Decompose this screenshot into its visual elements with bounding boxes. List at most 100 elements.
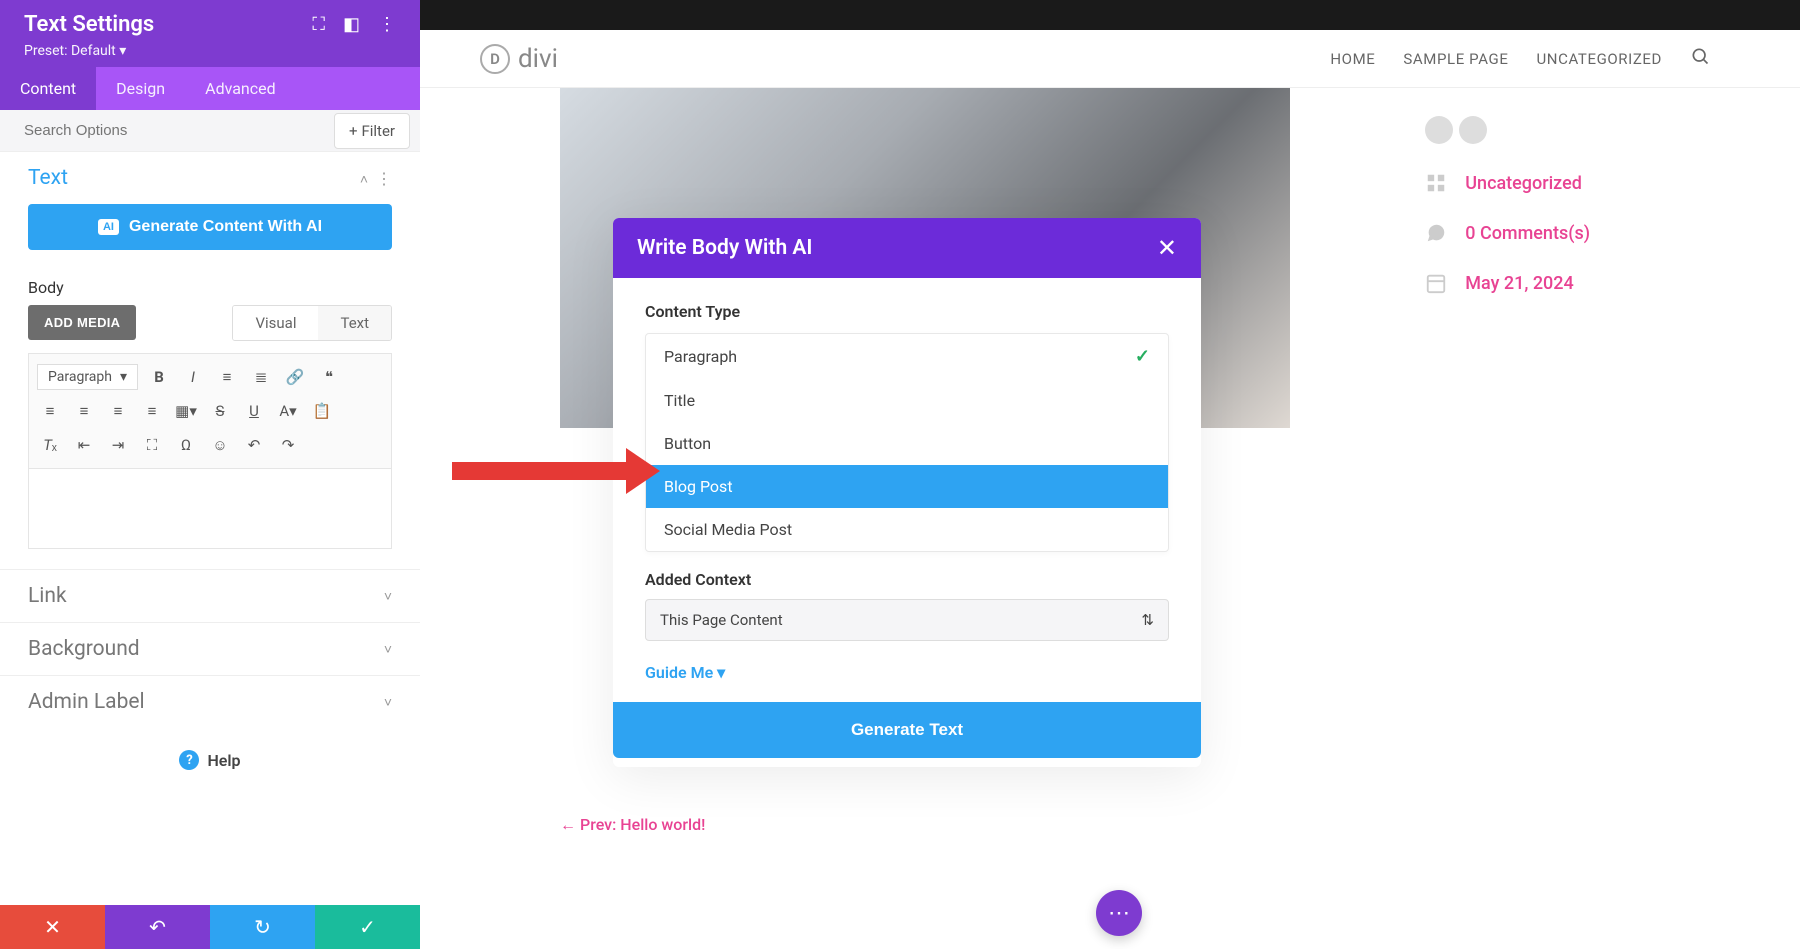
filter-label: Filter bbox=[361, 122, 395, 140]
section-admin-label: Admin Label bbox=[28, 690, 145, 714]
help-link[interactable]: ? Help bbox=[0, 728, 420, 792]
bullet-list-icon[interactable]: ≡ bbox=[214, 364, 240, 390]
bold-icon[interactable]: B bbox=[146, 364, 172, 390]
nav-home[interactable]: HOME bbox=[1330, 50, 1375, 68]
nav-uncategorized[interactable]: UNCATEGORIZED bbox=[1536, 50, 1662, 68]
plus-icon: + bbox=[349, 122, 358, 140]
meta-comments-label: 0 Comments(s) bbox=[1465, 223, 1590, 244]
more-icon: ⋯ bbox=[1108, 901, 1130, 926]
outdent-icon[interactable]: ⇤ bbox=[71, 432, 97, 458]
guide-me-link[interactable]: Guide Me ▾ bbox=[645, 663, 1169, 682]
strike-icon[interactable]: S bbox=[207, 398, 233, 424]
section-text-header[interactable]: Text ˄⋮ bbox=[0, 152, 420, 204]
added-context-select[interactable]: This Page Content ⇅ bbox=[645, 599, 1169, 641]
search-input[interactable] bbox=[0, 110, 334, 151]
annotation-arrow bbox=[452, 462, 632, 480]
nav-sample[interactable]: SAMPLE PAGE bbox=[1403, 50, 1508, 68]
option-social-label: Social Media Post bbox=[664, 520, 792, 539]
ai-badge-icon: AI bbox=[98, 219, 119, 235]
undo-button[interactable]: ↶ bbox=[105, 905, 210, 949]
prev-post-link[interactable]: ← Prev: Hello world! bbox=[560, 815, 705, 835]
align-center-icon[interactable]: ≡ bbox=[71, 398, 97, 424]
section-background-label: Background bbox=[28, 637, 140, 661]
modal-body: Content Type Paragraph ✓ Title Button Bl… bbox=[613, 278, 1201, 767]
tab-content[interactable]: Content bbox=[0, 67, 96, 110]
added-context-value: This Page Content bbox=[660, 611, 783, 629]
option-blog-post[interactable]: Blog Post bbox=[646, 465, 1168, 508]
italic-icon[interactable]: I bbox=[180, 364, 206, 390]
indent-icon[interactable]: ⇥ bbox=[105, 432, 131, 458]
paragraph-select-label: Paragraph bbox=[48, 369, 112, 385]
emoji-icon[interactable]: ☺ bbox=[207, 432, 233, 458]
editor-mode-tabs: Visual Text bbox=[232, 305, 392, 341]
underline-icon[interactable]: U bbox=[241, 398, 267, 424]
search-row: +Filter bbox=[0, 110, 420, 152]
section-background-header[interactable]: Background ˅ bbox=[0, 622, 420, 675]
save-button[interactable]: ✓ bbox=[315, 905, 420, 949]
settings-sidebar: Text Settings ⛶ ◧ ⋮ Preset: Default ▾ Co… bbox=[0, 0, 420, 949]
chevron-down-icon: ˅ bbox=[384, 641, 392, 658]
site-nav: HOME SAMPLE PAGE UNCATEGORIZED bbox=[1330, 46, 1710, 71]
preset-selector[interactable]: Preset: Default ▾ bbox=[24, 43, 396, 59]
fullscreen-icon[interactable]: ⛶ bbox=[139, 432, 165, 458]
meta-date[interactable]: May 21, 2024 bbox=[1425, 272, 1590, 294]
content-type-label: Content Type bbox=[645, 302, 1169, 321]
calendar-icon bbox=[1425, 272, 1447, 294]
section-admin-header[interactable]: Admin Label ˅ bbox=[0, 675, 420, 728]
tab-advanced[interactable]: Advanced bbox=[185, 67, 296, 110]
builder-fab[interactable]: ⋯ bbox=[1096, 890, 1142, 936]
site-logo[interactable]: D divi bbox=[480, 44, 558, 74]
check-icon: ✓ bbox=[359, 915, 376, 939]
avatar bbox=[1459, 116, 1487, 144]
meta-comments[interactable]: 0 Comments(s) bbox=[1425, 222, 1590, 244]
option-title-label: Title bbox=[664, 391, 695, 410]
visual-tab[interactable]: Visual bbox=[233, 306, 318, 340]
option-social[interactable]: Social Media Post bbox=[646, 508, 1168, 551]
chevron-down-icon: ▾ bbox=[120, 369, 127, 385]
clear-format-icon[interactable]: Tₓ bbox=[37, 432, 63, 458]
check-icon: ✓ bbox=[1135, 346, 1150, 367]
more-icon[interactable]: ⋮ bbox=[378, 14, 396, 35]
discard-button[interactable]: ✕ bbox=[0, 905, 105, 949]
post-meta: Uncategorized 0 Comments(s) May 21, 2024 bbox=[1425, 116, 1590, 294]
filter-button[interactable]: +Filter bbox=[334, 113, 410, 149]
undo-icon[interactable]: ↶ bbox=[241, 432, 267, 458]
expand-icon[interactable]: ⛶ bbox=[312, 14, 325, 35]
dock-icon[interactable]: ◧ bbox=[343, 14, 360, 35]
close-icon: ✕ bbox=[44, 915, 61, 939]
section-link-header[interactable]: Link ˅ bbox=[0, 569, 420, 622]
option-button[interactable]: Button bbox=[646, 422, 1168, 465]
redo-icon[interactable]: ↷ bbox=[275, 432, 301, 458]
option-button-label: Button bbox=[664, 434, 711, 453]
text-tab[interactable]: Text bbox=[318, 306, 391, 340]
modal-close-button[interactable]: ✕ bbox=[1157, 234, 1177, 262]
option-title[interactable]: Title bbox=[646, 379, 1168, 422]
chevron-down-icon: ˅ bbox=[384, 694, 392, 711]
tab-design[interactable]: Design bbox=[96, 67, 185, 110]
comment-icon bbox=[1425, 222, 1447, 244]
meta-date-label: May 21, 2024 bbox=[1465, 273, 1573, 294]
search-icon[interactable] bbox=[1690, 46, 1710, 71]
link-icon[interactable]: 🔗 bbox=[282, 364, 308, 390]
generate-content-button[interactable]: AI Generate Content With AI bbox=[28, 204, 392, 250]
paste-icon[interactable]: 📋 bbox=[309, 398, 335, 424]
avatar bbox=[1425, 116, 1453, 144]
redo-button[interactable]: ↻ bbox=[210, 905, 315, 949]
editor-textarea[interactable] bbox=[28, 469, 392, 549]
table-icon[interactable]: ▦▾ bbox=[173, 398, 199, 424]
align-left-icon[interactable]: ≡ bbox=[37, 398, 63, 424]
section-text-label: Text bbox=[28, 166, 68, 190]
generate-text-button[interactable]: Generate Text bbox=[613, 702, 1201, 758]
text-color-icon[interactable]: A▾ bbox=[275, 398, 301, 424]
section-more-icon[interactable]: ⋮ bbox=[376, 169, 392, 188]
add-media-button[interactable]: ADD MEDIA bbox=[28, 305, 136, 340]
number-list-icon[interactable]: ≣ bbox=[248, 364, 274, 390]
quote-icon[interactable]: ❝ bbox=[316, 364, 342, 390]
paragraph-select[interactable]: Paragraph ▾ bbox=[37, 364, 138, 390]
align-right-icon[interactable]: ≡ bbox=[105, 398, 131, 424]
meta-category[interactable]: Uncategorized bbox=[1425, 172, 1590, 194]
special-char-icon[interactable]: Ω bbox=[173, 432, 199, 458]
align-justify-icon[interactable]: ≡ bbox=[139, 398, 165, 424]
added-context-label: Added Context bbox=[645, 570, 1169, 589]
option-paragraph[interactable]: Paragraph ✓ bbox=[646, 334, 1168, 379]
